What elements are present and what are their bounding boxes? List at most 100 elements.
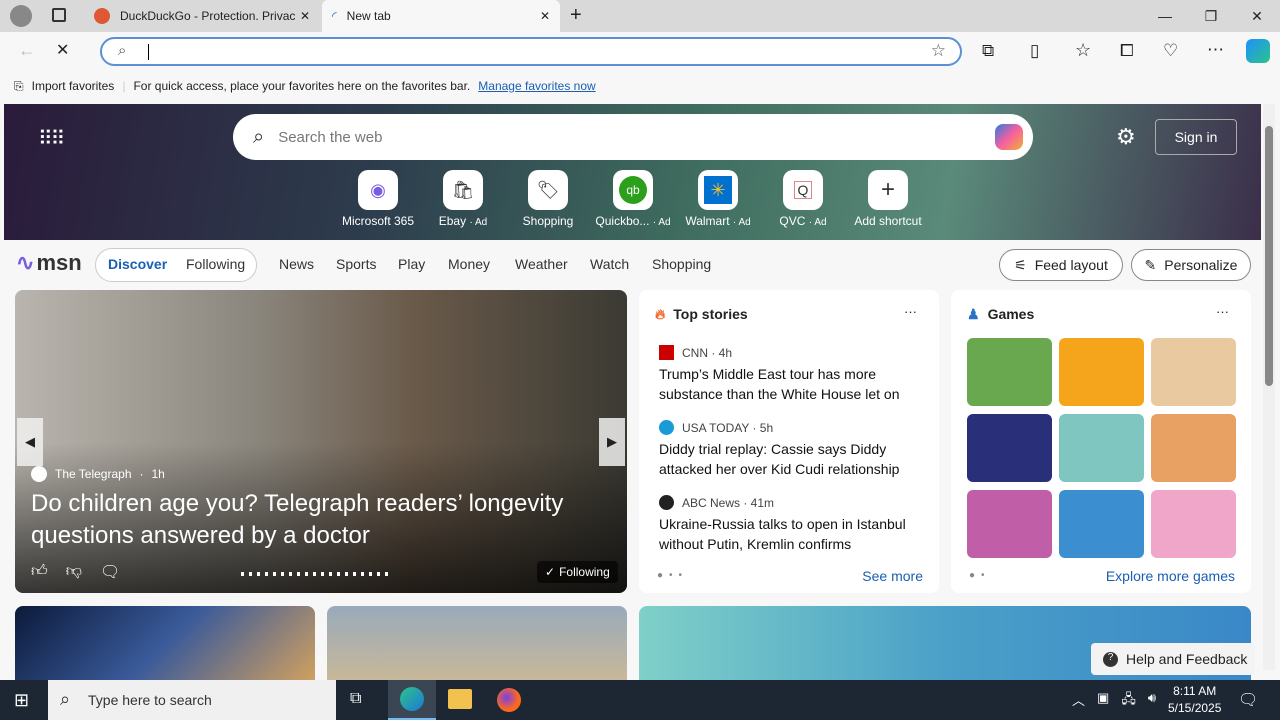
msn-logo[interactable]: ∿ msn [16,250,82,276]
back-button[interactable]: ← [18,40,36,61]
more-menu-icon[interactable]: ⋯ [1207,40,1224,60]
profile-avatar[interactable] [10,5,32,27]
following-badge[interactable]: ✓ Following [537,561,618,583]
clock[interactable]: 8:11 AM 5/15/2025 [1168,683,1221,717]
game-tile[interactable] [1059,490,1144,558]
favorites-message: For quick access, place your favorites h… [133,79,471,93]
nav-weather[interactable]: Weather [515,256,568,272]
nav-shopping[interactable]: Shopping [652,256,711,272]
see-more-link[interactable]: See more [862,568,923,584]
collections-icon[interactable]: ⧠ [1120,41,1134,61]
taskbar-search[interactable]: ⌕ Type here to search [48,680,336,720]
add-shortcut-button[interactable]: + Add shortcut [843,170,933,228]
manage-favorites-link[interactable]: Manage favorites now [478,79,595,93]
story-item[interactable]: ABC News · 41m Ukraine-Russia talks to op… [659,495,929,554]
shortcut-qvc[interactable]: Q QVC · Ad [758,170,848,228]
tab-following[interactable]: Following [186,256,245,272]
game-tile[interactable] [967,338,1052,406]
game-tile[interactable] [967,490,1052,558]
game-tile[interactable] [1151,338,1236,406]
meet-now-icon[interactable]: ▣ [1097,690,1109,712]
edge-taskbar-icon[interactable] [388,680,436,720]
chevron-up-icon[interactable]: ︿ [1072,690,1085,712]
tab-duckduckgo[interactable]: DuckDuckGo - Protection. Privac ✕ [84,0,320,32]
split-screen-icon[interactable]: ▯ [1030,41,1039,61]
game-tile[interactable] [1151,414,1236,482]
game-tile[interactable] [1059,338,1144,406]
stop-button[interactable]: ✕ [56,40,69,60]
game-tile[interactable] [1059,414,1144,482]
shortcut-shopping[interactable]: 🏷 Shopping [503,170,593,228]
notifications-icon[interactable]: 🗨︎ [1238,690,1258,710]
hero-story-card[interactable]: ◀ ▶ The Telegraph · 1h Do children age you… [15,290,627,593]
story-item[interactable]: CNN · 4h Trump’s Middle East tour has mor… [659,345,929,404]
more-options-icon[interactable]: ··· [1216,304,1229,319]
apps-grid-icon[interactable]: ⠿⠿ [38,126,65,151]
duckduckgo-icon [94,8,110,24]
shortcut-ebay[interactable]: 🛍 Ebay · Ad [418,170,508,228]
tab-actions-icon[interactable] [52,8,66,22]
story-card-image[interactable] [327,606,627,680]
windows-start-icon[interactable]: ⊞ [14,690,29,711]
story-card-image[interactable] [15,606,315,680]
web-search-box[interactable]: ⌕ Search the web [233,114,1033,160]
close-tab-icon[interactable]: ✕ [540,9,550,23]
shortcut-walmart[interactable]: ✳ Walmart · Ad [673,170,763,228]
comment-icon[interactable]: 🗨︎ [100,562,120,582]
tab-discover[interactable]: Discover [108,256,167,272]
games-grid [967,338,1236,558]
game-tile[interactable] [1151,490,1236,558]
address-bar[interactable]: ⌕ ☆ [100,37,962,66]
sign-in-button[interactable]: Sign in [1155,119,1237,155]
scrollbar-thumb[interactable] [1265,126,1273,386]
ad-label: · Ad [652,217,671,228]
close-tab-icon[interactable]: ✕ [300,9,310,23]
story-item[interactable]: USA TODAY · 5h Diddy trial replay: Cassie… [659,420,929,479]
like-icon[interactable]: 👍︎ [31,562,48,582]
carousel-dots[interactable] [241,572,391,576]
scrollbar[interactable] [1263,104,1275,670]
pagination-dots[interactable]: ●• [969,570,991,581]
cnn-icon [659,345,674,360]
personalize-button[interactable]: ✎ Personalize [1131,249,1251,281]
browser-essentials-icon[interactable]: ♡ [1163,41,1178,61]
nav-sports[interactable]: Sports [336,256,376,272]
tab-new-tab[interactable]: ◜ New tab ✕ [322,0,560,32]
previous-arrow-button[interactable]: ◀ [17,418,43,466]
more-options-icon[interactable]: ··· [904,304,917,319]
firefox-icon[interactable] [497,688,521,712]
minimize-button[interactable]: — [1142,0,1188,32]
shortcut-quickbooks[interactable]: qb Quickbo... · Ad [588,170,678,228]
explore-more-games-link[interactable]: Explore more games [1106,568,1235,584]
help-feedback-button[interactable]: ? Help and Feedback [1091,643,1255,675]
task-view-icon[interactable]: ⧉ [350,690,361,708]
search-icon: ⌕ [118,42,127,59]
network-icon[interactable]: 🖧︎ [1121,690,1136,712]
shortcut-label: Quickbo... [595,214,650,228]
new-tab-button[interactable]: + [570,4,582,27]
feed-layout-button[interactable]: ⚟ Feed layout [999,249,1123,281]
plus-icon: + [868,170,908,210]
settings-gear-icon[interactable]: ⚙ [1116,124,1136,150]
copilot-icon[interactable] [1246,39,1270,63]
nav-news[interactable]: News [279,256,314,272]
extensions-icon[interactable]: ⧉ [982,41,994,61]
pagination-dots[interactable]: ●•• [657,570,688,581]
nav-play[interactable]: Play [398,256,425,272]
copilot-icon[interactable] [995,124,1023,150]
game-tile[interactable] [967,414,1052,482]
shortcut-microsoft-365[interactable]: ◉ Microsoft 365 [333,170,423,228]
nav-money[interactable]: Money [448,256,490,272]
nav-watch[interactable]: Watch [590,256,629,272]
volume-icon[interactable]: 🔊︎ [1148,690,1156,712]
favorite-star-icon[interactable]: ☆ [931,41,946,61]
favorites-icon[interactable]: ☆ [1075,40,1091,61]
next-arrow-button[interactable]: ▶ [599,418,625,466]
story-source: ABC News · 41m [682,495,775,510]
restore-button[interactable]: ❐ [1188,0,1234,32]
import-favorites-button[interactable]: Import favorites [32,79,115,93]
close-window-button[interactable]: ✕ [1234,0,1280,32]
dislike-icon[interactable]: 👎︎ [66,562,82,582]
hero-headline[interactable]: Do children age you? Telegraph readers’ … [31,488,601,552]
file-explorer-icon[interactable] [448,689,472,709]
